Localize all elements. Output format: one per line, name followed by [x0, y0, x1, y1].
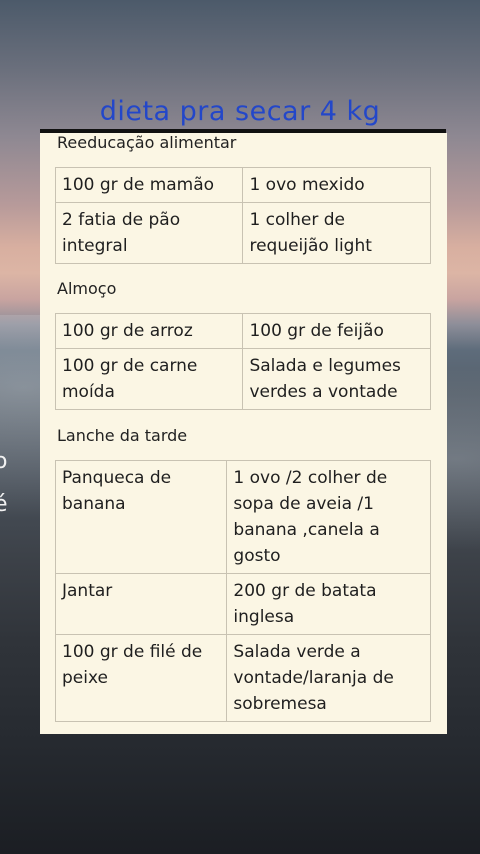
- section-label-lunch: Almoço: [57, 279, 117, 298]
- table-row: 100 gr de filé de peixe Salada verde a v…: [54, 634, 431, 722]
- page-title: dieta pra secar 4 kg: [99, 96, 381, 127]
- table-row: 100 gr de arroz 100 gr de feijão: [54, 313, 431, 349]
- table-row: 100 gr de carne moída Salada e legumes v…: [54, 348, 431, 410]
- section-label-afternoon-snack: Lanche da tarde: [57, 426, 188, 445]
- table-cell: 1 colher de requeijão light: [242, 202, 431, 264]
- overlay-text-fragment: o: [0, 449, 8, 474]
- table-cell: 2 fatia de pão integral: [54, 202, 244, 264]
- table-cell: Salada verde a vontade/laranja de sobrem…: [226, 634, 431, 722]
- meal-table-lunch: 100 gr de arroz 100 gr de feijão 100 gr …: [54, 313, 431, 410]
- table-cell: 100 gr de mamão: [54, 167, 244, 203]
- meal-table-breakfast: 100 gr de mamão 1 ovo mexido 2 fatia de …: [54, 167, 431, 264]
- table-cell: 100 gr de carne moída: [54, 348, 244, 410]
- table-cell: Panqueca de banana: [54, 460, 228, 574]
- table-cell: 200 gr de batata inglesa: [226, 573, 431, 635]
- table-cell: Salada e legumes verdes a vontade: [242, 348, 431, 410]
- table-row: 100 gr de mamão 1 ovo mexido: [54, 167, 431, 203]
- table-cell: 100 gr de filé de peixe: [54, 634, 228, 722]
- table-cell: 1 ovo /2 colher de sopa de aveia /1 bana…: [226, 460, 431, 574]
- table-cell: 100 gr de arroz: [54, 313, 244, 349]
- table-row: Panqueca de banana 1 ovo /2 colher de so…: [54, 460, 431, 574]
- meal-table-afternoon-dinner: Panqueca de banana 1 ovo /2 colher de so…: [54, 460, 431, 722]
- table-cell: Jantar: [54, 573, 228, 635]
- table-row: 2 fatia de pão integral 1 colher de requ…: [54, 202, 431, 264]
- overlay-text-fragment: é: [0, 492, 8, 517]
- table-cell: 100 gr de feijão: [242, 313, 431, 349]
- section-label-breakfast: Reeducação alimentar: [57, 133, 237, 152]
- table-cell: 1 ovo mexido: [242, 167, 431, 203]
- table-row: Jantar 200 gr de batata inglesa: [54, 573, 431, 635]
